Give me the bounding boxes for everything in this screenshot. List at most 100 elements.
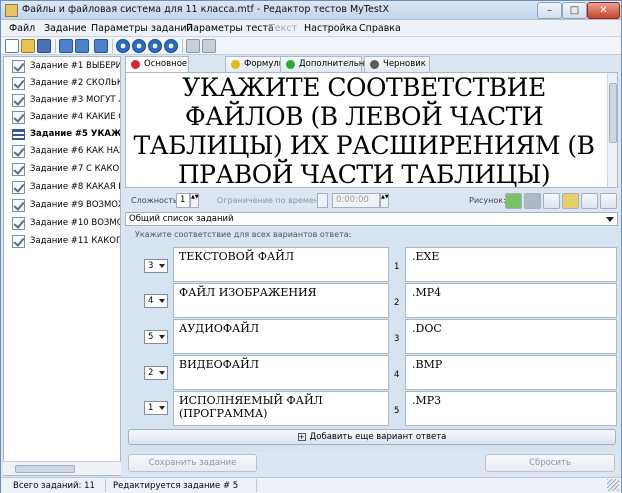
right-answer-cell[interactable]: .BMP (405, 355, 617, 390)
match-select[interactable]: 4 (144, 294, 168, 308)
editing-status: Редактируется задание # 5 (113, 481, 239, 491)
question-text[interactable]: УКАЖИТЕ СООТВЕТСТВИЕ ФАЙЛОВ (В ЛЕВОЙ ЧАС… (130, 73, 598, 187)
menu-task-params[interactable]: Параметры заданий (91, 23, 193, 34)
time-limit-checkbox[interactable] (317, 193, 328, 208)
save-icon[interactable] (37, 39, 51, 53)
chevron-down-icon (159, 264, 165, 268)
paste-icon[interactable] (202, 39, 216, 53)
app-window: Файлы и файловая система для 11 класса.m… (0, 0, 622, 493)
gray-circle-icon (370, 60, 379, 69)
menu-task[interactable]: Задание (44, 23, 87, 34)
list-item[interactable]: Задание #3 МОГУТ ЛИ В (4, 92, 120, 109)
complexity-label: Сложность: (131, 196, 181, 205)
scroll-thumb[interactable] (15, 465, 75, 473)
list-item[interactable]: Задание #8 КАКАЯ ИЗ НИХ (4, 179, 120, 196)
chevron-down-icon (159, 335, 165, 339)
save-task-button[interactable]: Сохранить задание (128, 454, 257, 472)
left-answer-cell[interactable]: АУДИОФАЙЛ (173, 319, 389, 354)
right-answer-cell[interactable]: .DOC (405, 319, 617, 354)
delete-task-icon[interactable] (75, 39, 89, 53)
right-answer-cell[interactable]: .EXE (405, 247, 617, 282)
picture-label: Рисунок: (469, 196, 506, 205)
scroll-thumb[interactable] (609, 83, 617, 143)
tab-bar: Основное Формулировки Дополнительно Черн… (125, 56, 621, 73)
add-variant-button[interactable]: + Добавить еще вариант ответа (128, 429, 616, 445)
complexity-spin-button[interactable]: ▲▼ (190, 193, 199, 208)
list-item[interactable]: Задание #1 ВЫБЕРИТЕ ВЕРНОЕ (4, 58, 120, 75)
horizontal-scrollbar[interactable] (3, 461, 121, 475)
plus-icon: + (297, 432, 306, 441)
match-select[interactable]: 3 (144, 259, 168, 273)
menu-settings[interactable]: Настройка (304, 23, 357, 34)
circle-nav-1-icon[interactable] (116, 39, 130, 53)
reset-button[interactable]: Сбросить (485, 454, 615, 472)
list-item[interactable]: Задание #4 КАКИЕ ОПЕРАЦИИ (4, 109, 120, 126)
toolbar-separator (55, 39, 56, 53)
list-item[interactable]: Задание #2 СКОЛЬКО СИМВОЛОВ (4, 75, 120, 92)
picture-slot-button[interactable] (600, 193, 617, 209)
minimize-button[interactable]: – (537, 2, 562, 19)
title-bar: Файлы и файловая система для 11 класса.m… (1, 1, 621, 20)
time-spin-button: ▲▼ (380, 193, 389, 208)
add-task-icon[interactable] (59, 39, 73, 53)
picture-slot-button[interactable] (581, 193, 598, 209)
right-answer-cell[interactable]: .MP3 (405, 391, 617, 426)
list-item-selected[interactable]: Задание #5 УКАЖИТЕ СООТВ (4, 126, 120, 143)
copy-icon[interactable] (186, 39, 200, 53)
task-list-icon[interactable] (94, 39, 108, 53)
folder-new-icon[interactable] (5, 39, 19, 53)
check-icon (12, 235, 25, 248)
right-number: 4 (394, 370, 400, 380)
blank-picture-button[interactable] (543, 193, 560, 209)
right-number: 3 (394, 334, 400, 344)
green-circle-icon (286, 60, 295, 69)
status-divider (105, 479, 106, 492)
question-text-box[interactable]: УКАЖИТЕ СООТВЕТСТВИЕ ФАЙЛОВ (В ЛЕВОЙ ЧАС… (125, 72, 618, 188)
resize-grip[interactable] (607, 479, 619, 491)
match-select[interactable]: 1 (144, 401, 168, 415)
paste-picture-icon[interactable] (562, 193, 579, 209)
left-answer-cell[interactable]: ВИДЕОФАЙЛ (173, 355, 389, 390)
tab-draft[interactable]: Черновик (364, 56, 430, 72)
check-icon (12, 199, 25, 212)
circle-nav-4-icon[interactable] (164, 39, 178, 53)
right-answer-cell[interactable]: .MP4 (405, 283, 617, 318)
maximize-button[interactable]: □ (562, 2, 587, 19)
tab-main[interactable]: Основное (125, 56, 189, 73)
time-limit-label: Ограничение по времени: (217, 196, 327, 205)
circle-nav-2-icon[interactable] (132, 39, 146, 53)
left-answer-cell[interactable]: ТЕКСТОВОЙ ФАЙЛ (173, 247, 389, 282)
right-number: 1 (394, 262, 400, 272)
left-answer-cell[interactable]: ФАЙЛ ИЗОБРАЖЕНИЯ (173, 283, 389, 318)
vertical-scrollbar[interactable] (607, 73, 617, 187)
check-icon (12, 111, 25, 124)
menu-bar: Файл Задание Параметры заданий Параметры… (1, 20, 621, 37)
left-answer-cell[interactable]: ИСПОЛНЯЕМЫЙ ФАЙЛ (ПРОГРАММА) (173, 391, 389, 426)
circle-nav-3-icon[interactable] (148, 39, 162, 53)
list-item[interactable]: Задание #9 ВОЗМОЖНО ЛИ (4, 197, 120, 214)
complexity-input[interactable]: 1 (176, 193, 190, 208)
toolbar-separator (182, 39, 183, 53)
open-folder-icon[interactable] (21, 39, 35, 53)
list-item[interactable]: Задание #11 КАКОГО ТИПА (4, 233, 120, 250)
list-item[interactable]: Задание #7 С КАКОЙ ЦЕЛЬЮ (4, 161, 120, 178)
task-list-combo[interactable]: Общий список заданий (125, 212, 618, 226)
add-picture-icon[interactable] (505, 193, 522, 209)
match-select[interactable]: 5 (144, 330, 168, 344)
menu-file[interactable]: Файл (9, 23, 35, 34)
tab-additional[interactable]: Дополнительно (280, 56, 370, 72)
status-divider (256, 479, 257, 492)
right-number: 5 (394, 406, 400, 416)
match-select[interactable]: 2 (144, 366, 168, 380)
right-number: 2 (394, 298, 400, 308)
check-icon (12, 163, 25, 176)
close-button[interactable]: ✕ (587, 2, 620, 19)
list-item[interactable]: Задание #6 КАК НАЗЫВАЕТСЯ (4, 143, 120, 160)
chevron-down-icon (159, 371, 165, 375)
menu-test-params[interactable]: Параметры теста (186, 23, 274, 34)
total-tasks-status: Всего заданий: 11 (13, 481, 95, 491)
list-item[interactable]: Задание #10 ВОЗМОЖНО ЛИ (4, 215, 120, 232)
menu-help[interactable]: Справка (359, 23, 401, 34)
camera-icon[interactable] (524, 193, 541, 209)
yellow-circle-icon (231, 60, 240, 69)
